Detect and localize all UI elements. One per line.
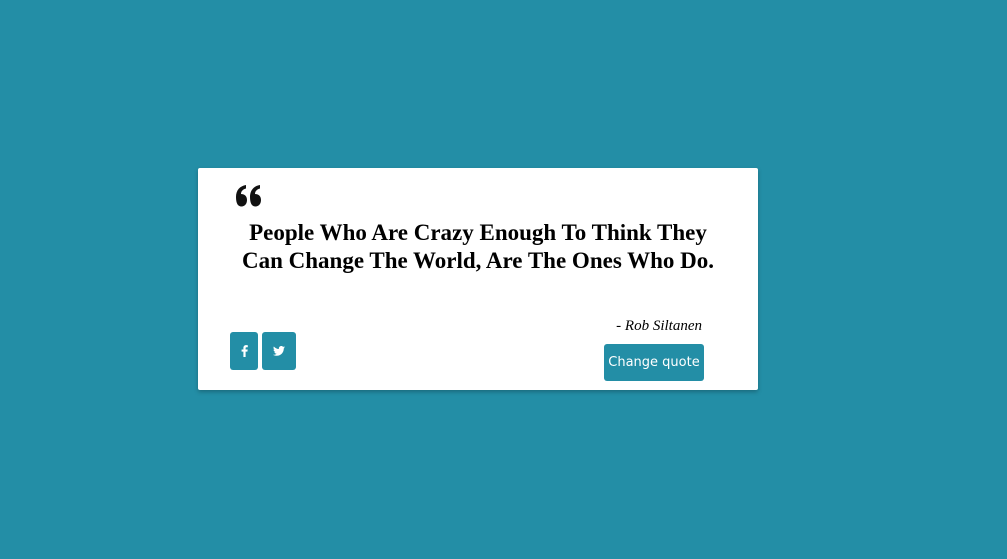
- quote-card: People Who Are Crazy Enough To Think The…: [198, 168, 758, 390]
- quote-left-icon: [236, 185, 261, 207]
- twitter-icon: [273, 346, 285, 356]
- quote-author: - Rob Siltanen: [616, 318, 702, 334]
- twitter-share-button[interactable]: [262, 332, 296, 370]
- change-quote-button[interactable]: Change quote: [604, 344, 704, 381]
- facebook-icon: [241, 345, 248, 357]
- facebook-share-button[interactable]: [230, 332, 258, 370]
- quote-text: People Who Are Crazy Enough To Think The…: [241, 220, 715, 273]
